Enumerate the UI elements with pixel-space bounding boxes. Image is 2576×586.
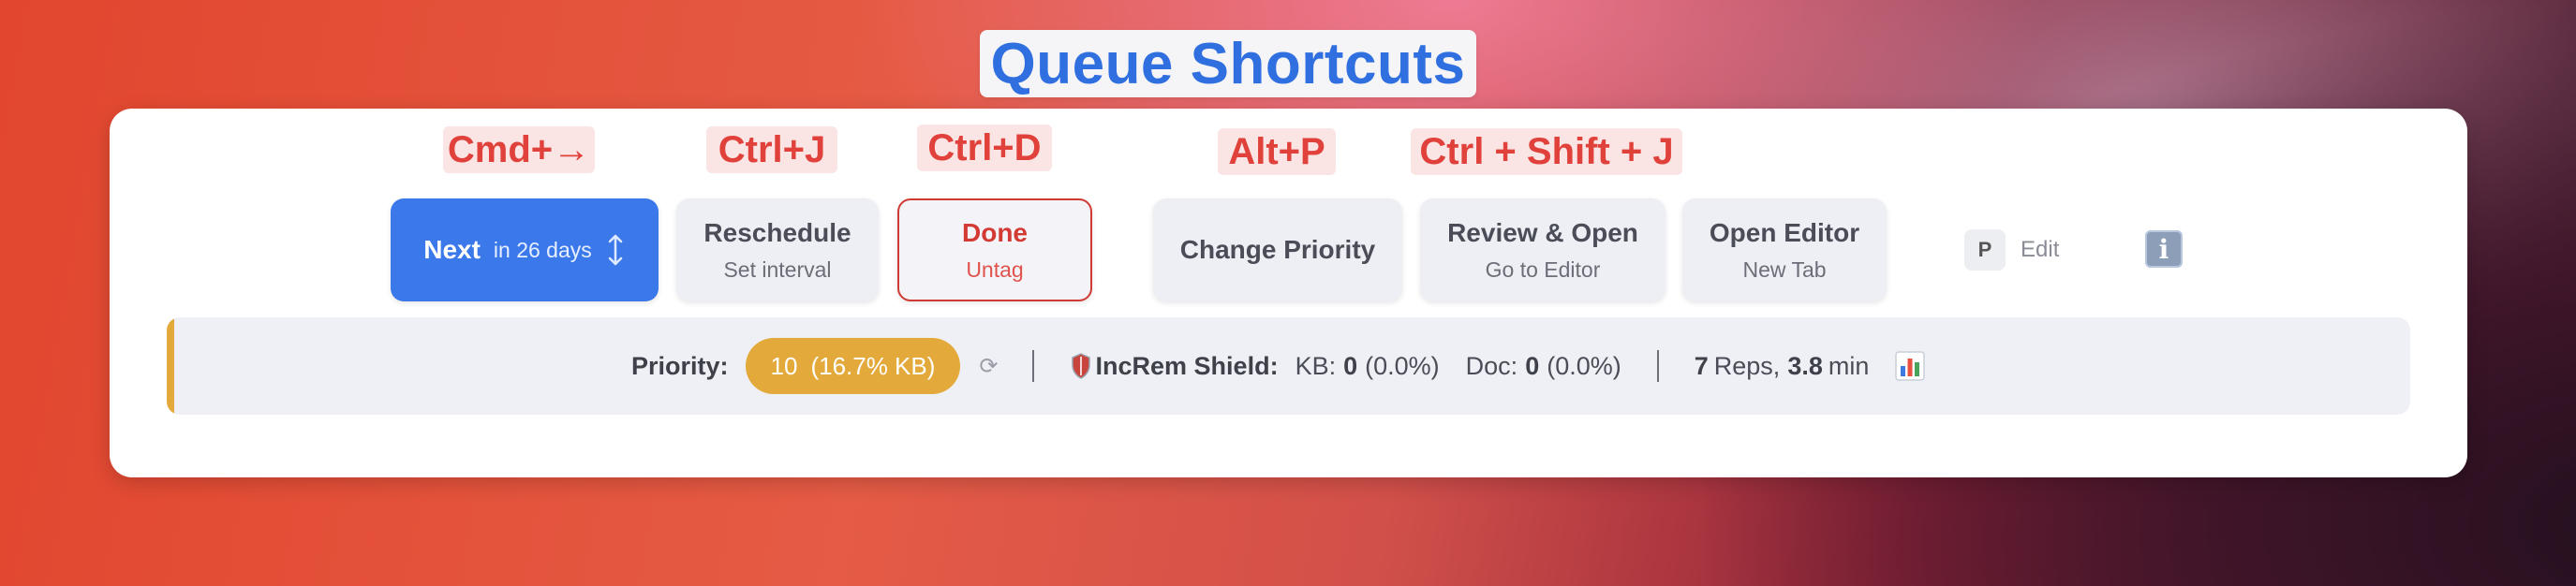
edit-shortcut-key: P [1964, 229, 2006, 271]
done-button[interactable]: Done Untag [897, 198, 1092, 301]
up-down-arrows-icon [608, 234, 623, 266]
reschedule-button-sub: Set interval [723, 256, 832, 282]
doc-percent: (0.0%) [1547, 351, 1621, 380]
reschedule-button[interactable]: Reschedule Set interval [676, 198, 879, 301]
priority-status-bar: Priority: 10 (16.7% KB) ⟳ IncRem Shield:… [167, 317, 2410, 415]
shield-label: IncRem Shield: [1095, 351, 1279, 380]
shield-icon [1071, 353, 1090, 379]
kb-label: KB: [1295, 351, 1337, 380]
next-button-interval: in 26 days [493, 237, 592, 262]
done-button-label: Done [962, 217, 1028, 247]
divider [1031, 350, 1034, 382]
divider [1656, 350, 1659, 382]
change-priority-button-label: Change Priority [1179, 235, 1376, 264]
minutes-value: 3.8 [1787, 351, 1823, 380]
queue-toolbar-card: Cmd+→ Ctrl+J Ctrl+D Alt+P Ctrl + Shift +… [110, 109, 2467, 477]
doc-value: 0 [1525, 351, 1540, 380]
shortcut-next: Cmd+→ [443, 126, 595, 173]
shortcut-review-open: Ctrl + Shift + J [1411, 128, 1682, 175]
refresh-icon[interactable]: ⟳ [979, 353, 998, 380]
reschedule-button-label: Reschedule [703, 217, 851, 247]
open-editor-button-label: Open Editor [1709, 217, 1860, 247]
review-open-button[interactable]: Review & Open Go to Editor [1420, 198, 1666, 301]
kb-percent: (0.0%) [1365, 351, 1440, 380]
review-open-button-label: Review & Open [1447, 217, 1638, 247]
done-button-sub: Untag [966, 256, 1024, 282]
priority-label: Priority: [631, 351, 729, 380]
reps-label: Reps, [1713, 351, 1781, 380]
change-priority-button[interactable]: Change Priority [1153, 198, 1402, 301]
minutes-label: min [1828, 351, 1870, 380]
shortcut-done: Ctrl+D [917, 125, 1052, 171]
reps-value: 7 [1694, 351, 1709, 380]
open-editor-button[interactable]: Open Editor New Tab [1682, 198, 1887, 301]
next-button-label: Next [423, 235, 481, 264]
bar-chart-icon[interactable] [1895, 351, 1926, 381]
open-editor-button-sub: New Tab [1742, 256, 1827, 282]
review-open-button-sub: Go to Editor [1485, 256, 1601, 282]
doc-label: Doc: [1465, 351, 1518, 380]
shortcut-reschedule: Ctrl+J [706, 126, 837, 173]
next-button[interactable]: Next in 26 days [391, 198, 659, 301]
priority-detail: (16.7% KB) [810, 351, 936, 380]
page-title: Queue Shortcuts [990, 31, 1466, 96]
edit-label: Edit [2021, 237, 2060, 262]
priority-value: 10 [770, 351, 798, 380]
edit-button[interactable]: P Edit [1964, 229, 2059, 271]
info-icon[interactable]: i [2145, 230, 2183, 268]
title-badge: Queue Shortcuts [980, 30, 1476, 97]
kb-value: 0 [1343, 351, 1358, 380]
priority-pill[interactable]: 10 (16.7% KB) [745, 338, 961, 394]
shortcut-change-priority: Alt+P [1218, 128, 1336, 175]
